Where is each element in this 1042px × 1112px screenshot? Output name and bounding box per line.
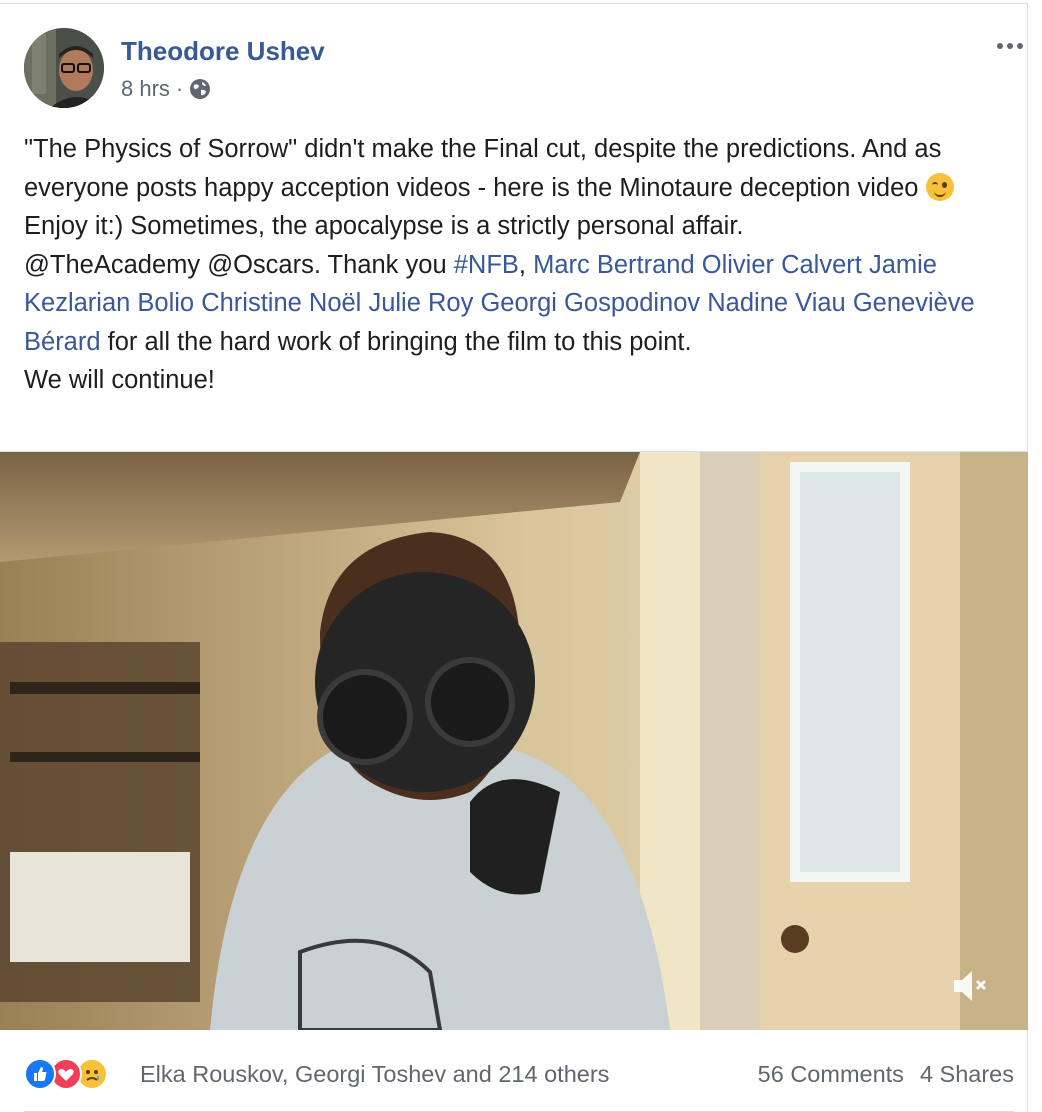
post-text-p1-end: Enjoy it:) Sometimes, the apocalypse is … — [24, 212, 744, 240]
video-frame — [0, 452, 1028, 1030]
like-reaction-icon — [24, 1058, 56, 1090]
post-text-p3: We will continue! — [24, 366, 215, 394]
post-card: Theodore Ushev 8 hrs · "The Physics of S… — [0, 3, 1028, 1112]
post-text-p2-end: for all the hard work of bringing the fi… — [100, 327, 692, 356]
avatar[interactable] — [24, 28, 104, 108]
post-meta: 8 hrs · — [121, 76, 211, 102]
post-text-p1: "The Physics of Sorrow" didn't make the … — [24, 135, 942, 202]
post-time[interactable]: 8 hrs — [121, 76, 170, 102]
winking-face-emoji — [925, 172, 954, 201]
shares-count[interactable]: 4 Shares — [920, 1061, 1014, 1088]
tag-link[interactable]: Nadine Viau — [707, 289, 845, 317]
post-text: "The Physics of Sorrow" didn't make the … — [24, 130, 1014, 400]
reaction-icons[interactable] — [24, 1058, 108, 1090]
comma-text: , — [518, 250, 534, 279]
engagement-counts: 56 Comments 4 Shares — [758, 1061, 1014, 1088]
comments-count[interactable]: 56 Comments — [758, 1061, 904, 1088]
post-footer: Elka Rouskov, Georgi Toshev and 214 othe… — [24, 1052, 1014, 1100]
author-name[interactable]: Theodore Ushev — [121, 36, 325, 67]
speaker-muted-icon[interactable] — [948, 964, 992, 1008]
more-options-icon[interactable] — [992, 34, 1028, 58]
tag-link[interactable]: Georgi Gospodinov — [480, 289, 700, 317]
tag-link[interactable]: Marc Bertrand — [533, 251, 695, 279]
post-header: Theodore Ushev 8 hrs · — [24, 28, 1023, 112]
video-player[interactable] — [0, 451, 1028, 1030]
tag-link[interactable]: Julie Roy — [368, 289, 473, 317]
globe-icon — [190, 79, 211, 99]
reaction-names[interactable]: Elka Rouskov, Georgi Toshev and 214 othe… — [140, 1061, 609, 1088]
meta-separator: · — [175, 76, 184, 101]
tag-link[interactable]: Christine Noël — [201, 289, 361, 317]
hashtag-link[interactable]: #NFB — [454, 251, 519, 279]
post-text-p2-start: @TheAcademy @Oscars. Thank you — [24, 250, 454, 279]
tag-link[interactable]: Olivier Calvert — [702, 251, 862, 279]
